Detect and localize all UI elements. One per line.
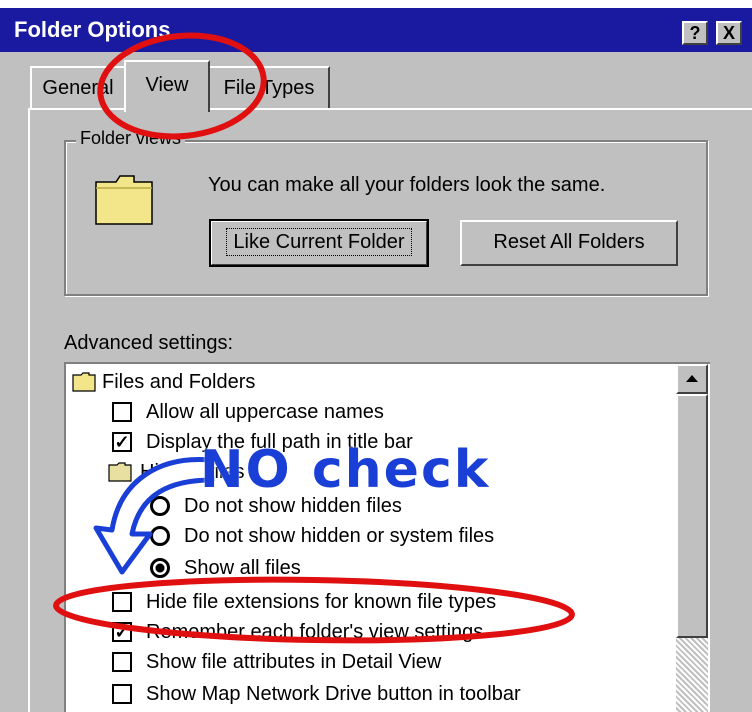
title-bar[interactable]: Folder Options ? X <box>0 8 752 52</box>
scroll-thumb[interactable] <box>676 394 708 638</box>
checkbox-show-map-network-drive[interactable] <box>112 684 132 704</box>
checkbox-remember-view[interactable]: ✓ <box>112 622 132 642</box>
checkbox-allow-uppercase[interactable] <box>112 402 132 422</box>
list-item-label: Show Map Network Drive button in toolbar <box>146 683 521 705</box>
checkbox-hide-extensions[interactable] <box>112 592 132 612</box>
advanced-settings-label: Advanced settings: <box>64 332 233 354</box>
window-title: Folder Options <box>14 17 171 42</box>
close-button[interactable]: X <box>716 21 742 45</box>
folder-options-window: Folder Options ? X General View File Typ… <box>0 0 752 712</box>
arrow-up-icon <box>686 375 698 382</box>
scroll-track[interactable] <box>676 638 708 712</box>
tab-general[interactable]: General <box>30 66 126 110</box>
checkbox-show-file-attributes[interactable] <box>112 652 132 672</box>
like-current-folder-label: Like Current Folder <box>226 228 412 256</box>
list-item-label: Allow all uppercase names <box>146 401 384 423</box>
list-scrollbar[interactable] <box>676 364 708 712</box>
tab-view[interactable]: View <box>124 60 210 112</box>
list-item-label: Hide file extensions for known file type… <box>146 591 497 613</box>
like-current-folder-button[interactable]: Like Current Folder <box>209 219 429 267</box>
list-item-label: Show all files <box>184 557 301 579</box>
help-button[interactable]: ? <box>682 21 708 45</box>
folder-views-description: You can make all your folders look the s… <box>208 174 606 196</box>
folder-icon <box>108 462 132 482</box>
list-item-label: Do not show hidden or system files <box>184 525 495 547</box>
checkbox-display-full-path[interactable]: ✓ <box>112 432 132 452</box>
reset-all-folders-button[interactable]: Reset All Folders <box>460 220 678 266</box>
list-item-label: Remember each folder's view settings <box>146 621 484 643</box>
radio-do-not-show-hidden-system[interactable] <box>150 526 170 546</box>
list-item-label: Show file attributes in Detail View <box>146 651 442 673</box>
list-item-label: Files and Folders <box>102 371 256 393</box>
tab-file-types[interactable]: File Types <box>208 66 330 110</box>
folder-views-legend: Folder views <box>76 128 186 149</box>
folder-icon <box>95 175 153 225</box>
folder-views-group <box>64 140 708 296</box>
no-check-annotation: NO check <box>200 440 491 500</box>
radio-show-all-files[interactable] <box>150 558 170 578</box>
radio-do-not-show-hidden[interactable] <box>150 496 170 516</box>
folder-icon <box>72 372 96 392</box>
scroll-up-button[interactable] <box>676 364 708 394</box>
